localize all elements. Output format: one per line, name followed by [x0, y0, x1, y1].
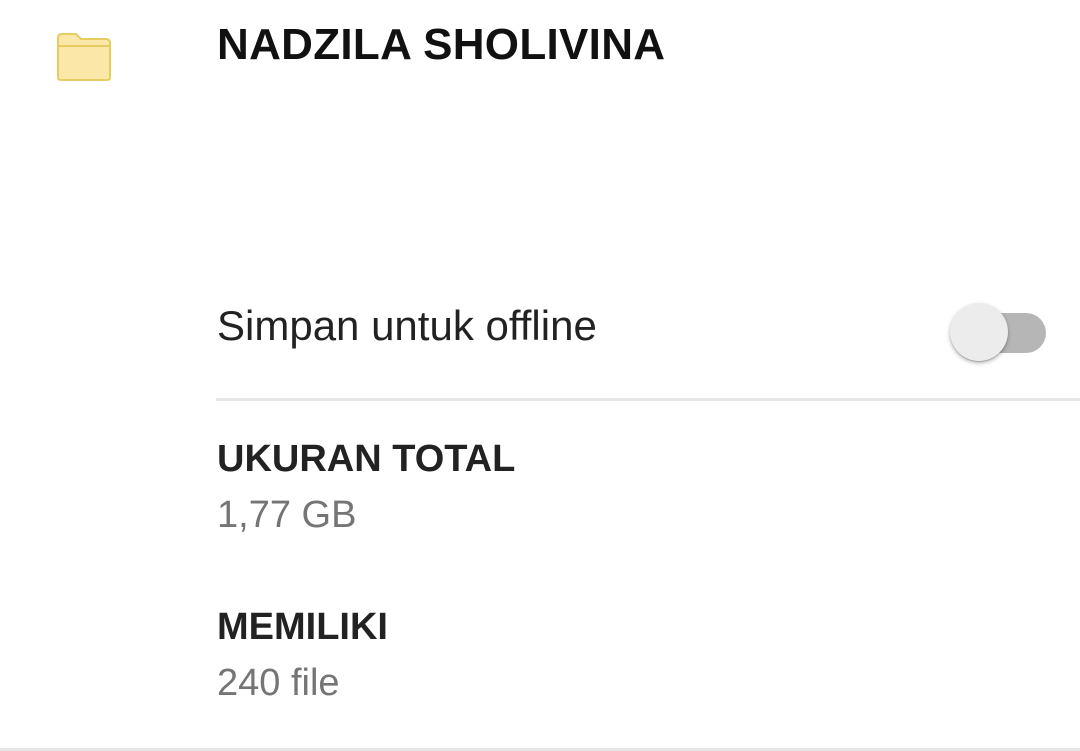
folder-icon [57, 33, 111, 81]
total-size-value: 1,77 GB [217, 494, 357, 536]
total-size-label: UKURAN TOTAL [217, 438, 516, 480]
folder-details-page: NADZILA SHOLIVINA Simpan untuk offline U… [0, 0, 1080, 751]
toggle-thumb [950, 303, 1008, 361]
offline-label: Simpan untuk offline [217, 302, 597, 349]
offline-toggle[interactable] [950, 296, 1048, 361]
divider [216, 398, 1080, 401]
contains-value: 240 file [217, 662, 340, 704]
contains-label: MEMILIKI [217, 606, 388, 648]
offline-setting-row[interactable]: Simpan untuk offline [217, 290, 1080, 370]
folder-title: NADZILA SHOLIVINA [217, 20, 666, 69]
